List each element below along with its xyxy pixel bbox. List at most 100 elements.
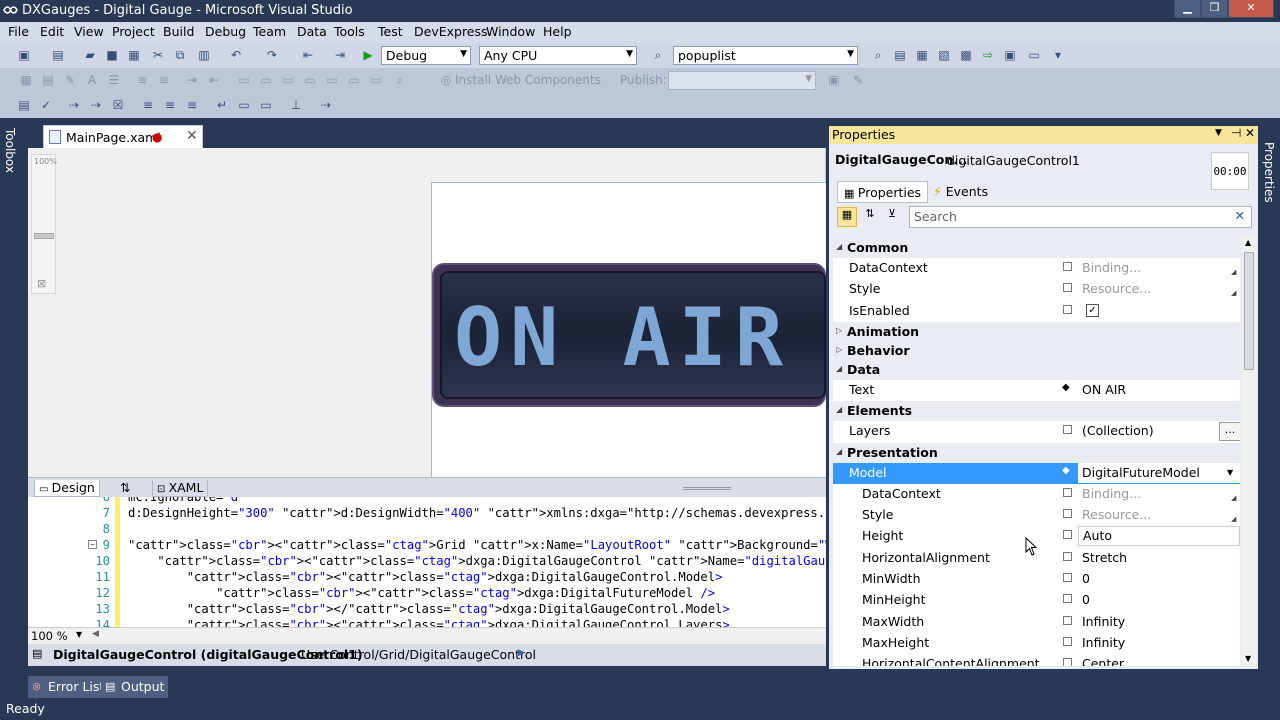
property-value[interactable]: 0 bbox=[1082, 571, 1090, 586]
tab-events[interactable]: ⚡ Events bbox=[927, 181, 994, 203]
solution-configuration-select[interactable]: Debug ▼ bbox=[381, 46, 471, 65]
scroll-down-icon[interactable]: ▼ bbox=[1245, 654, 1251, 663]
clear-search-icon[interactable]: ✕ bbox=[1235, 208, 1245, 223]
advanced-options-icon[interactable] bbox=[1063, 509, 1072, 519]
cut-icon[interactable]: ✂ bbox=[150, 48, 166, 63]
categorized-view-icon[interactable]: ▦ bbox=[837, 207, 857, 227]
advanced-options-icon[interactable] bbox=[1063, 573, 1072, 582]
expand-icon[interactable]: ▷ bbox=[836, 326, 842, 335]
scrollbar-thumb[interactable] bbox=[1244, 252, 1254, 370]
advanced-options-icon[interactable] bbox=[1063, 530, 1072, 540]
splitter-grip[interactable] bbox=[683, 487, 731, 490]
property-row-horizontalcontentalignment[interactable]: HorizontalContentAlignment Center bbox=[833, 654, 1240, 666]
advanced-options-icon[interactable] bbox=[1063, 283, 1072, 293]
property-row-model[interactable]: Model ◆ DigitalFutureModel ▼ bbox=[833, 462, 1240, 484]
isenabled-checkbox[interactable]: ✓ bbox=[1086, 303, 1099, 317]
code-line[interactable]: "cattr">class="cbr"><"cattr">class="ctag… bbox=[128, 586, 715, 600]
anchor-icon[interactable]: ▭ bbox=[368, 73, 384, 88]
collapse-icon[interactable]: ◢ bbox=[836, 405, 842, 414]
property-row-maxwidth[interactable]: MaxWidth Infinity bbox=[833, 612, 1240, 633]
menu-item-data[interactable]: Data bbox=[297, 24, 327, 39]
navigate-back-icon[interactable]: ⇤ bbox=[300, 48, 316, 63]
property-value[interactable]: Infinity bbox=[1082, 635, 1125, 650]
link-icon[interactable]: ▭ bbox=[346, 73, 362, 88]
object-browser-icon[interactable]: ▧ bbox=[936, 48, 952, 63]
open-folder-icon[interactable]: ▰ bbox=[82, 48, 98, 63]
property-row-datacontext[interactable]: DataContext Binding... ◢ bbox=[833, 258, 1240, 279]
bookmark-clear-icon[interactable]: ☒ bbox=[110, 98, 126, 113]
paste-icon[interactable]: ▥ bbox=[196, 48, 212, 63]
menu-item-tools[interactable]: Tools bbox=[334, 24, 365, 39]
word-wrap-icon[interactable]: ↵ bbox=[214, 98, 230, 113]
category-presentation[interactable]: ◢ Presentation bbox=[833, 442, 1240, 463]
property-value[interactable]: 0 bbox=[1082, 592, 1090, 607]
close-panel-icon[interactable]: ✕ bbox=[1245, 126, 1255, 140]
property-row-style[interactable]: Style Resource... ◢ bbox=[833, 279, 1240, 300]
layout-icon[interactable]: ▦ bbox=[18, 73, 34, 88]
uncomment-icon[interactable]: ≡ bbox=[162, 98, 178, 113]
menu-item-edit[interactable]: Edit bbox=[40, 24, 64, 39]
category-behavior[interactable]: ▷ Behavior bbox=[833, 340, 1240, 361]
install-web-components-button[interactable]: Install Web Components bbox=[455, 73, 601, 87]
save-icon[interactable]: ■ bbox=[104, 48, 120, 63]
list-icon[interactable]: ☰ bbox=[106, 73, 122, 88]
menu-item-file[interactable]: File bbox=[8, 24, 29, 39]
collapse-icon[interactable]: ◢ bbox=[836, 447, 842, 456]
property-value[interactable]: Resource... bbox=[1082, 507, 1151, 522]
advanced-options-icon[interactable] bbox=[1063, 551, 1072, 561]
property-value[interactable]: Binding... bbox=[1082, 260, 1141, 275]
property-row-layers[interactable]: Layers (Collection)... bbox=[833, 421, 1240, 442]
breadcrumb-next-icon[interactable]: ▶ bbox=[518, 648, 525, 658]
property-row-datacontext[interactable]: DataContext Binding... ◢ bbox=[833, 484, 1240, 505]
property-value[interactable]: ON AIR bbox=[1082, 382, 1126, 397]
code-line[interactable]: "cattr">class="cbr"><"cattr">class="ctag… bbox=[128, 618, 730, 627]
outline-icon[interactable]: ▭ bbox=[236, 98, 252, 113]
redo-icon[interactable]: ↷ bbox=[264, 48, 280, 63]
zoom-slider-thumb[interactable] bbox=[34, 233, 54, 239]
property-search-input[interactable]: Search ✕ bbox=[909, 206, 1252, 228]
filter-icon[interactable]: ⊻ bbox=[882, 207, 902, 227]
breadcrumb-path[interactable]: UserControl/Grid/DigitalGaugeControl bbox=[301, 647, 536, 662]
collection-editor-button[interactable]: ... bbox=[1219, 422, 1240, 442]
advanced-options-icon[interactable] bbox=[1063, 262, 1072, 271]
add-item-icon[interactable]: ▤ bbox=[50, 48, 66, 63]
menu-item-team[interactable]: Team bbox=[253, 24, 286, 39]
advanced-options-icon[interactable] bbox=[1063, 487, 1072, 497]
code-line[interactable]: "cattr">class="cbr"></"cattr">class="cta… bbox=[128, 602, 730, 616]
tab-output[interactable]: ▤ Output bbox=[101, 676, 169, 698]
copy-icon[interactable]: ⧉ bbox=[172, 48, 188, 63]
category-animation[interactable]: ▷ Animation bbox=[833, 321, 1240, 342]
restore-button[interactable]: ❐ bbox=[1201, 0, 1228, 18]
outdent-icon[interactable]: ⇤ bbox=[206, 73, 222, 88]
menu-item-help[interactable]: Help bbox=[543, 24, 572, 39]
code-line[interactable]: "cattr">class="cbr"><"cattr">class="ctag… bbox=[128, 538, 826, 552]
property-value[interactable]: Center bbox=[1082, 656, 1124, 666]
menu-item-window[interactable]: Window bbox=[486, 24, 535, 39]
solution-explorer-icon[interactable]: ▤ bbox=[892, 48, 908, 63]
property-row-isenabled[interactable]: IsEnabled ✓ bbox=[833, 301, 1240, 322]
chart-icon[interactable]: ▭ bbox=[302, 73, 318, 88]
property-row-minheight[interactable]: MinHeight 0 bbox=[833, 590, 1240, 611]
property-row-style[interactable]: Style Resource... ◢ bbox=[833, 505, 1240, 526]
category-common[interactable]: ◢ Common bbox=[833, 238, 1240, 258]
tab-properties[interactable]: ▦ Properties bbox=[837, 181, 929, 203]
tab-design[interactable]: ▭ Design bbox=[34, 480, 100, 497]
toolbar-options-icon[interactable]: ▾ bbox=[1050, 48, 1066, 63]
menu-item-debug[interactable]: Debug bbox=[205, 24, 246, 39]
chevron-down-icon[interactable]: ▼ bbox=[76, 630, 82, 639]
property-value[interactable]: Stretch bbox=[1082, 550, 1127, 565]
indent-icon[interactable]: ⇥ bbox=[184, 73, 200, 88]
property-value[interactable]: Binding... bbox=[1082, 486, 1141, 501]
code-line[interactable]: "cattr">class="cbr"><"cattr">class="ctag… bbox=[128, 570, 723, 584]
fit-to-window-icon[interactable]: ⊠ bbox=[37, 277, 46, 290]
bookmark-icon[interactable]: ⇢ bbox=[66, 98, 82, 113]
close-tab-icon[interactable]: ✕ bbox=[186, 128, 198, 144]
advanced-options-icon[interactable]: ◆ bbox=[1062, 382, 1071, 393]
property-value[interactable]: Infinity bbox=[1082, 614, 1125, 629]
advanced-options-icon[interactable] bbox=[1063, 658, 1072, 666]
xaml-editor[interactable]: − 6 mc:Ignorable="d" 7 d:DesignHeight="300"… bbox=[28, 497, 826, 627]
code-line[interactable]: d:DesignHeight="300" "cattr">d:DesignWid… bbox=[128, 506, 826, 520]
table-icon[interactable]: ▭ bbox=[280, 73, 296, 88]
frame-icon[interactable]: ▭ bbox=[236, 73, 252, 88]
scroll-left-icon[interactable]: ◀ bbox=[92, 629, 99, 639]
